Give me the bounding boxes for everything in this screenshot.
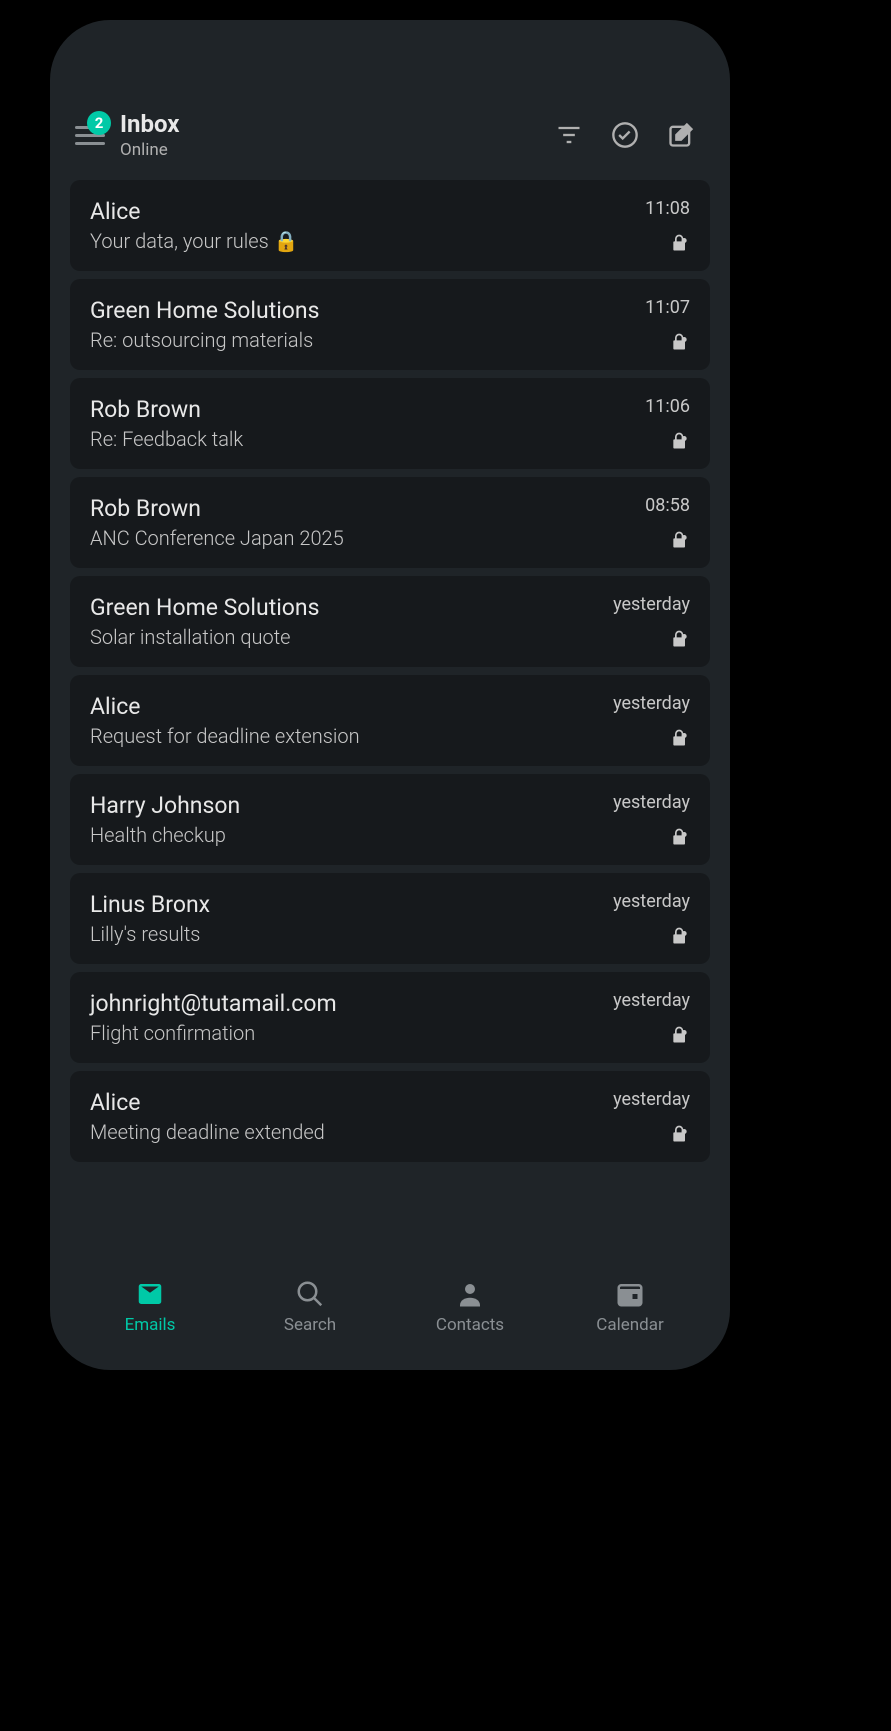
encrypted-icon	[670, 530, 690, 550]
email-subject: Flight confirmation	[90, 1021, 595, 1045]
email-item[interactable]: Alice Request for deadline extension yes…	[70, 675, 710, 766]
mark-read-button[interactable]	[611, 121, 639, 149]
email-sender: Rob Brown	[90, 495, 595, 522]
email-subject: Meeting deadline extended	[90, 1120, 595, 1144]
email-sender: Alice	[90, 1089, 595, 1116]
nav-emails[interactable]: Emails	[70, 1279, 230, 1335]
email-sender: Alice	[90, 693, 595, 720]
filter-icon	[555, 121, 583, 149]
email-time: yesterday	[613, 1089, 690, 1110]
email-content: Harry Johnson Health checkup	[90, 792, 595, 847]
encrypted-icon	[670, 1124, 690, 1144]
email-item[interactable]: Rob Brown Re: Feedback talk 11:06	[70, 378, 710, 469]
email-time: yesterday	[613, 693, 690, 714]
connection-status: Online	[120, 140, 555, 160]
email-item[interactable]: johnright@tutamail.com Flight confirmati…	[70, 972, 710, 1063]
email-content: Linus Bronx Lilly's results	[90, 891, 595, 946]
nav-calendar-label: Calendar	[596, 1315, 663, 1335]
nav-search-label: Search	[284, 1315, 336, 1335]
email-time: 11:07	[645, 297, 690, 318]
email-meta: yesterday	[595, 990, 690, 1045]
search-icon	[295, 1279, 325, 1309]
compose-button[interactable]	[667, 121, 695, 149]
email-list[interactable]: Alice Your data, your rules 🔒 11:08 Gree…	[70, 180, 710, 1265]
header-titles: Inbox Online	[120, 110, 555, 160]
filter-button[interactable]	[555, 121, 583, 149]
email-item[interactable]: Linus Bronx Lilly's results yesterday	[70, 873, 710, 964]
email-item[interactable]: Harry Johnson Health checkup yesterday	[70, 774, 710, 865]
email-subject: ANC Conference Japan 2025	[90, 526, 595, 550]
email-item[interactable]: Rob Brown ANC Conference Japan 2025 08:5…	[70, 477, 710, 568]
email-content: Green Home Solutions Re: outsourcing mat…	[90, 297, 595, 352]
email-meta: yesterday	[595, 594, 690, 649]
email-time: yesterday	[613, 594, 690, 615]
email-time: yesterday	[613, 990, 690, 1011]
encrypted-icon	[670, 827, 690, 847]
unread-badge: 2	[87, 111, 111, 135]
mail-icon	[135, 1279, 165, 1309]
app-header: 2 Inbox Online	[70, 100, 710, 180]
email-subject: Health checkup	[90, 823, 595, 847]
email-meta: yesterday	[595, 693, 690, 748]
email-time: yesterday	[613, 891, 690, 912]
email-item[interactable]: Green Home Solutions Re: outsourcing mat…	[70, 279, 710, 370]
email-subject: Request for deadline extension	[90, 724, 595, 748]
email-subject: Re: Feedback talk	[90, 427, 595, 451]
email-content: johnright@tutamail.com Flight confirmati…	[90, 990, 595, 1045]
email-subject: Solar installation quote	[90, 625, 595, 649]
email-subject: Re: outsourcing materials	[90, 328, 595, 352]
email-sender: Linus Bronx	[90, 891, 595, 918]
nav-calendar[interactable]: Calendar	[550, 1279, 710, 1335]
encrypted-icon	[670, 728, 690, 748]
nav-emails-label: Emails	[125, 1315, 176, 1335]
encrypted-icon	[670, 629, 690, 649]
email-content: Rob Brown Re: Feedback talk	[90, 396, 595, 451]
person-icon	[455, 1279, 485, 1309]
email-item[interactable]: Alice Meeting deadline extended yesterda…	[70, 1071, 710, 1162]
email-meta: yesterday	[595, 1089, 690, 1144]
email-content: Alice Your data, your rules 🔒	[90, 198, 595, 253]
email-meta: yesterday	[595, 792, 690, 847]
email-sender: Rob Brown	[90, 396, 595, 423]
email-meta: 11:06	[595, 396, 690, 451]
encrypted-icon	[670, 332, 690, 352]
email-sender: johnright@tutamail.com	[90, 990, 595, 1017]
calendar-icon	[615, 1279, 645, 1309]
email-meta: 11:08	[595, 198, 690, 253]
encrypted-icon	[670, 233, 690, 253]
nav-contacts-label: Contacts	[436, 1315, 504, 1335]
phone-frame: 2 Inbox Online	[50, 20, 730, 1370]
email-subject: Lilly's results	[90, 922, 595, 946]
email-sender: Green Home Solutions	[90, 594, 595, 621]
email-meta: yesterday	[595, 891, 690, 946]
bottom-nav: Emails Search Contacts Calend	[70, 1265, 710, 1345]
email-sender: Harry Johnson	[90, 792, 595, 819]
compose-icon	[667, 121, 695, 149]
email-meta: 11:07	[595, 297, 690, 352]
header-actions	[555, 121, 695, 149]
encrypted-icon	[670, 431, 690, 451]
check-circle-icon	[611, 121, 639, 149]
nav-search[interactable]: Search	[230, 1279, 390, 1335]
email-content: Rob Brown ANC Conference Japan 2025	[90, 495, 595, 550]
nav-contacts[interactable]: Contacts	[390, 1279, 550, 1335]
email-time: 11:06	[645, 396, 690, 417]
email-content: Alice Meeting deadline extended	[90, 1089, 595, 1144]
email-sender: Alice	[90, 198, 595, 225]
email-subject: Your data, your rules 🔒	[90, 229, 595, 253]
folder-title: Inbox	[120, 110, 555, 138]
encrypted-icon	[670, 1025, 690, 1045]
email-time: yesterday	[613, 792, 690, 813]
email-item[interactable]: Green Home Solutions Solar installation …	[70, 576, 710, 667]
email-content: Alice Request for deadline extension	[90, 693, 595, 748]
email-sender: Green Home Solutions	[90, 297, 595, 324]
email-item[interactable]: Alice Your data, your rules 🔒 11:08	[70, 180, 710, 271]
encrypted-icon	[670, 926, 690, 946]
email-content: Green Home Solutions Solar installation …	[90, 594, 595, 649]
email-time: 11:08	[645, 198, 690, 219]
menu-button[interactable]: 2	[75, 121, 105, 150]
email-time: 08:58	[645, 495, 690, 516]
email-meta: 08:58	[595, 495, 690, 550]
